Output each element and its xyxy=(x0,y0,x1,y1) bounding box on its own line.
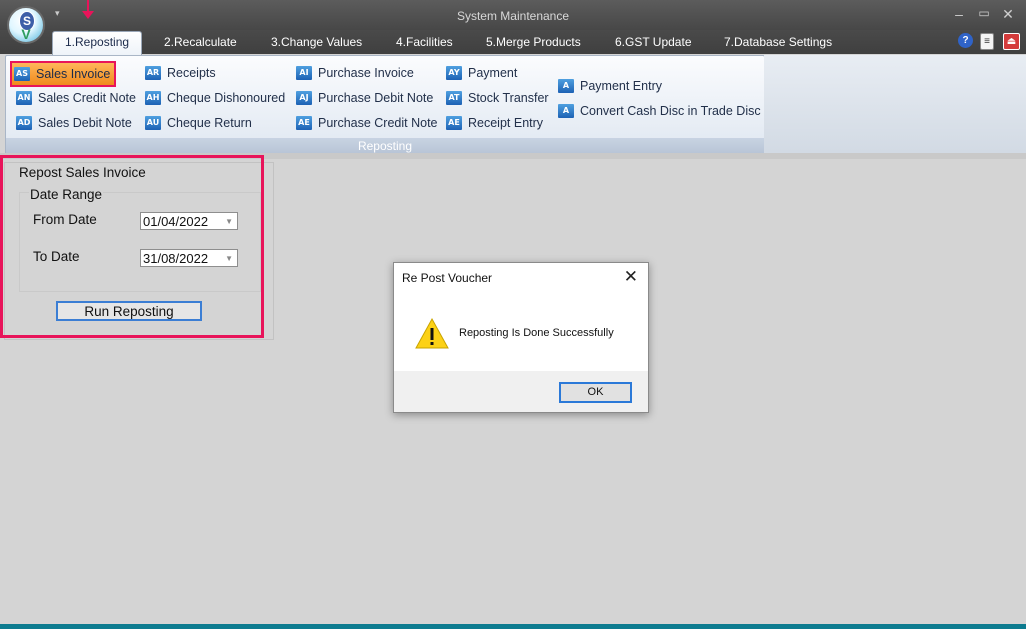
document-icon[interactable]: ≡ xyxy=(980,33,994,50)
dialog-footer: OK xyxy=(394,371,648,412)
app-logo[interactable]: S V xyxy=(7,6,45,44)
purchase-credit-note-icon: AE xyxy=(296,115,312,130)
stock-transfer-icon: AT xyxy=(446,90,462,105)
ok-button[interactable]: OK xyxy=(559,382,632,403)
ribbon-payment[interactable]: AY Payment xyxy=(446,63,517,83)
ribbon-receipts[interactable]: AR Receipts xyxy=(145,63,216,83)
annotation-arrow-head xyxy=(82,11,94,19)
repost-sales-invoice-panel: Repost Sales Invoice Date Range From Dat… xyxy=(4,162,274,340)
window-title: System Maintenance xyxy=(456,9,570,23)
date-range-group: Date Range From Date 01/04/2022 ▼ To Dat… xyxy=(19,187,261,292)
receipts-icon: AR xyxy=(145,65,161,80)
sales-credit-note-icon: AN xyxy=(16,90,32,105)
sales-invoice-icon: AS xyxy=(14,66,30,81)
warning-icon xyxy=(415,317,449,349)
ribbon-group-label: Reposting xyxy=(6,138,764,154)
ribbon-cheque-dishonoured[interactable]: AH Cheque Dishonoured xyxy=(145,88,285,108)
tab-gst-update[interactable]: 6.GST Update xyxy=(611,34,696,54)
quick-access-dropdown-icon[interactable]: ▾ xyxy=(55,8,60,19)
ribbon-stock-transfer[interactable]: AT Stock Transfer xyxy=(446,88,549,108)
from-date-picker[interactable]: 01/04/2022 ▼ xyxy=(140,212,238,230)
to-date-value: 31/08/2022 xyxy=(143,251,209,266)
convert-cash-disc-icon: A xyxy=(558,103,574,118)
sales-debit-note-icon: AD xyxy=(16,115,32,130)
logo-mark: V xyxy=(21,26,31,42)
dialog-title: Re Post Voucher xyxy=(402,271,493,285)
purchase-invoice-icon: AI xyxy=(296,65,312,80)
repost-voucher-dialog: Re Post Voucher ✕ Reposting Is Done Succ… xyxy=(393,262,649,413)
dialog-message: Reposting Is Done Successfully xyxy=(459,327,614,339)
minimize-button[interactable]: – xyxy=(948,6,970,22)
tab-recalculate[interactable]: 2.Recalculate xyxy=(160,34,241,54)
help-icon[interactable]: ? xyxy=(958,33,973,48)
chevron-down-icon[interactable]: ▼ xyxy=(225,213,233,231)
cheque-dishonoured-icon: AH xyxy=(145,90,161,105)
ribbon-cheque-return[interactable]: AU Cheque Return xyxy=(145,113,252,133)
ribbon-sales-debit-note[interactable]: AD Sales Debit Note xyxy=(16,113,132,133)
panel-title: Repost Sales Invoice xyxy=(19,165,146,180)
status-strip xyxy=(0,624,1026,629)
maximize-button[interactable]: ▭ xyxy=(973,6,995,20)
ribbon-payment-entry[interactable]: A Payment Entry xyxy=(558,76,662,96)
run-reposting-button[interactable]: Run Reposting xyxy=(56,301,202,321)
ribbon-tab-strip: 1.Reposting 2.Recalculate 3.Change Value… xyxy=(0,30,1026,55)
ribbon-receipt-entry[interactable]: AE Receipt Entry xyxy=(446,113,543,133)
exit-icon[interactable]: ⏏ xyxy=(1003,33,1020,50)
purchase-debit-note-icon: AJ xyxy=(296,90,312,105)
ribbon-purchase-debit-note[interactable]: AJ Purchase Debit Note xyxy=(296,88,433,108)
tab-facilities[interactable]: 4.Facilities xyxy=(392,34,457,54)
ribbon-convert-cash-disc[interactable]: A Convert Cash Disc in Trade Disc xyxy=(558,101,761,121)
tab-database-settings[interactable]: 7.Database Settings xyxy=(720,34,836,54)
ribbon-purchase-credit-note[interactable]: AE Purchase Credit Note xyxy=(296,113,438,133)
from-date-label: From Date xyxy=(33,212,97,227)
ribbon-purchase-invoice[interactable]: AI Purchase Invoice xyxy=(296,63,414,83)
tab-change-values[interactable]: 3.Change Values xyxy=(267,34,366,54)
payment-entry-icon: A xyxy=(558,78,574,93)
payment-icon: AY xyxy=(446,65,462,80)
receipt-entry-icon: AE xyxy=(446,115,462,130)
ribbon-sales-invoice[interactable]: AS Sales Invoice xyxy=(10,61,117,87)
chevron-down-icon[interactable]: ▼ xyxy=(225,250,233,268)
ribbon-empty-area xyxy=(764,55,1026,153)
date-range-title: Date Range xyxy=(29,187,104,202)
to-date-label: To Date xyxy=(33,249,80,264)
close-button[interactable]: ✕ xyxy=(997,6,1019,23)
to-date-picker[interactable]: 31/08/2022 ▼ xyxy=(140,249,238,267)
dialog-close-icon[interactable]: ✕ xyxy=(624,267,638,287)
ribbon-panel: AS Sales Invoice AN Sales Credit Note AD Sa… xyxy=(5,55,765,155)
from-date-value: 01/04/2022 xyxy=(143,214,209,229)
tab-reposting[interactable]: 1.Reposting xyxy=(52,31,143,55)
title-bar: System Maintenance ▾ – ▭ ✕ xyxy=(0,0,1026,30)
cheque-return-icon: AU xyxy=(145,115,161,130)
tab-merge-products[interactable]: 5.Merge Products xyxy=(482,34,585,54)
ribbon-sales-credit-note[interactable]: AN Sales Credit Note xyxy=(16,88,136,108)
